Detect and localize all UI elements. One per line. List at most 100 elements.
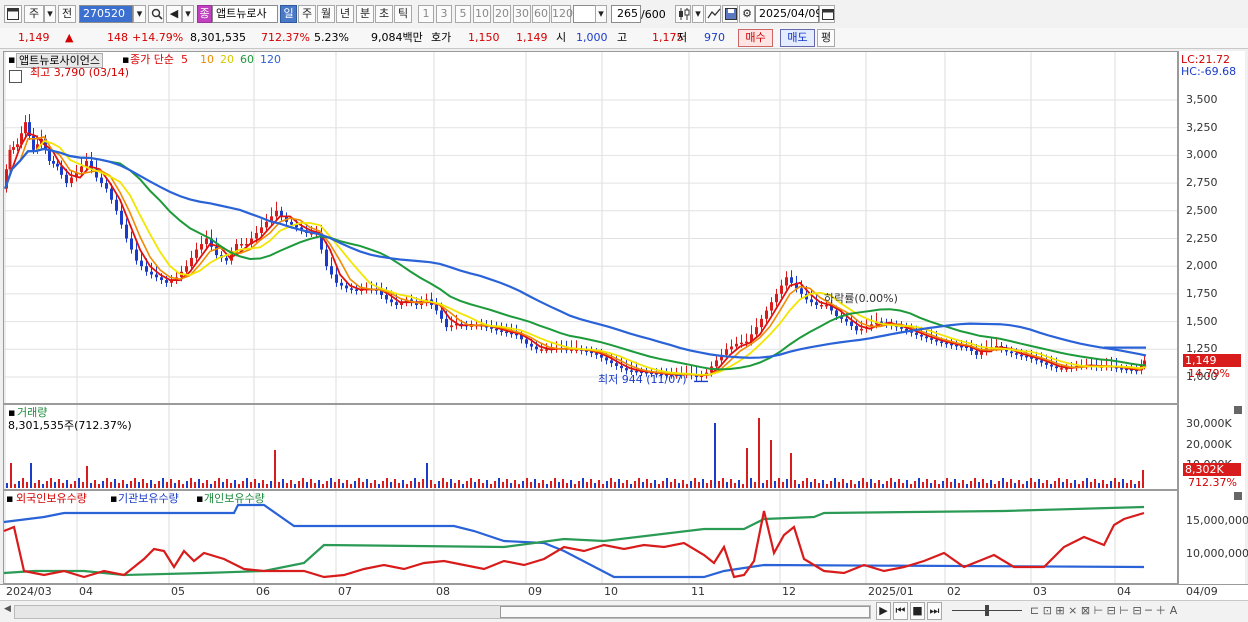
x-label-02: 02 (947, 585, 961, 598)
code-dropdown-icon[interactable]: ▾ (133, 5, 146, 23)
price-tick: 2,000 (1186, 259, 1218, 273)
holding-marker-icon-3: ▪ (196, 492, 204, 505)
tool-icons[interactable]: ⊏ ⊡ ⊞ ⨯ ⊠ ⊢ ⊟ ⊢ ⊟ ─ ＋ A (1030, 604, 1177, 617)
scrollbar-thumb[interactable] (500, 606, 870, 618)
dropdown-icon[interactable]: ▾ (44, 5, 56, 23)
tick-60[interactable]: 60 (532, 5, 550, 23)
turnover: 5.23% (314, 31, 349, 44)
play-icon[interactable]: ▶ (876, 602, 891, 620)
next-icon[interactable]: ⏭ (927, 602, 942, 620)
first-icon[interactable]: ⏮ (893, 602, 908, 620)
foreign-holding-label: 외국인보유수량 (16, 492, 87, 505)
tick-30[interactable]: 30 (513, 5, 531, 23)
zoom-slider-handle[interactable] (985, 605, 989, 616)
max-note: 최고 3,790 (03/14) (30, 66, 130, 79)
price-tick: 3,000 (1186, 148, 1218, 162)
ma60-label: 60 (240, 53, 254, 66)
speaker-dropdown-icon[interactable]: ▾ (182, 5, 194, 23)
x-label-04: 04 (79, 585, 93, 598)
up-arrow-icon: ▲ (65, 31, 74, 44)
price-tick: 2,250 (1186, 231, 1218, 245)
code-input[interactable]: 270520 (79, 5, 133, 23)
tick-3[interactable]: 3 (436, 5, 452, 23)
period-day[interactable]: 일 (280, 5, 297, 23)
stock-name-field[interactable]: 앱트뉴로사 (212, 5, 278, 23)
legend-marker-icon: ▪ (8, 53, 16, 66)
tick-1[interactable]: 1 (418, 5, 434, 23)
tick-120[interactable]: 120 (551, 5, 573, 23)
amount: 9,084백만 (371, 31, 423, 44)
buy-button[interactable]: 매수 (738, 29, 773, 47)
gear-icon[interactable]: ⚙ (739, 5, 755, 23)
holding-chart[interactable] (3, 491, 1177, 583)
holding-marker-icon-2: ▪ (110, 492, 118, 505)
count-input[interactable]: 265 (611, 5, 641, 23)
period-year[interactable]: 년 (336, 5, 354, 23)
tick-dropdown-icon[interactable]: ▾ (595, 5, 607, 23)
volume-chart[interactable] (4, 405, 1177, 489)
x-label-2024-03: 2024/03 (6, 585, 52, 598)
calc-icon[interactable] (9, 70, 22, 83)
x-label-10: 10 (604, 585, 618, 598)
calendar-icon[interactable] (819, 5, 835, 23)
tick-10[interactable]: 10 (473, 5, 491, 23)
tick-20[interactable]: 20 (493, 5, 511, 23)
current-price: 1,149 (18, 31, 50, 44)
search-icon[interactable] (148, 5, 164, 23)
holding-close-icon[interactable] (1234, 492, 1242, 500)
period-second[interactable]: 초 (375, 5, 393, 23)
low-label: 저 (677, 31, 688, 44)
low-price: 970 (704, 31, 725, 44)
x-label-03: 03 (1033, 585, 1047, 598)
period-week[interactable]: 주 (298, 5, 316, 23)
market-button[interactable]: 주 (24, 5, 44, 23)
stop-icon[interactable]: ■ (910, 602, 925, 620)
hold-tick-15m: 15,000,000 (1186, 514, 1248, 527)
volume-pct: 712.37% (261, 31, 310, 44)
prev-button[interactable]: 전 (58, 5, 76, 23)
price-change: 148 (107, 31, 128, 44)
inst-holding-label: 기관보유수량 (118, 492, 179, 505)
x-label-08: 08 (436, 585, 450, 598)
volume-close-icon[interactable] (1234, 406, 1242, 414)
line-icon[interactable] (705, 5, 721, 23)
x-label-2025-01: 2025/01 (868, 585, 914, 598)
pct-tag: 14.79% (1188, 367, 1230, 380)
bottom-bar: ◀ ▶ ⏮ ■ ⏭ ⊏ ⊡ ⊞ ⨯ ⊠ ⊢ ⊟ ⊢ ⊟ ─ ＋ A (0, 600, 1248, 622)
indiv-holding-label: 개인보유수량 (204, 492, 265, 505)
price-tick: 2,750 (1186, 176, 1218, 190)
open-price: 1,000 (576, 31, 608, 44)
hc-label: HC:-69.68 (1181, 65, 1237, 78)
scroll-left-icon[interactable]: ◀ (4, 604, 12, 616)
sell-button[interactable]: 매도 (780, 29, 815, 47)
legend-marker-icon-2: ▪ (122, 53, 130, 66)
hoga-ask: 1,150 (468, 31, 500, 44)
save-icon[interactable] (722, 5, 738, 23)
open-label: 시 (556, 31, 567, 44)
quote-bar: 1,149 ▲ 148 +14.79% 8,301,535 712.37% 5.… (0, 28, 1248, 49)
holding-marker-icon: ▪ (6, 492, 14, 505)
x-label-09: 09 (528, 585, 542, 598)
candle-dropdown-icon[interactable]: ▾ (692, 5, 704, 23)
window-icon[interactable] (4, 5, 22, 23)
price-chart[interactable] (3, 52, 1177, 403)
period-month[interactable]: 월 (317, 5, 335, 23)
volume-tag-pct: 712.37% (1188, 476, 1237, 489)
price-tick: 1,500 (1186, 314, 1218, 328)
x-label-06: 06 (256, 585, 270, 598)
count-total: /600 (641, 8, 666, 21)
date-input[interactable]: 2025/04/09 (755, 5, 822, 23)
period-minute[interactable]: 분 (356, 5, 374, 23)
volume: 8,301,535 (190, 31, 246, 44)
tick-5[interactable]: 5 (455, 5, 471, 23)
high-label: 고 (617, 31, 628, 44)
holding-axis (1178, 490, 1245, 584)
candle-icon[interactable] (675, 5, 691, 23)
x-label-04b: 04 (1117, 585, 1131, 598)
period-tick[interactable]: 틱 (394, 5, 412, 23)
speaker-icon[interactable]: ◀ (166, 5, 182, 23)
eval-button[interactable]: 평 (817, 29, 835, 47)
hold-tick-10m: 10,000,000 (1186, 547, 1248, 560)
name-prefix: 종 (197, 5, 212, 23)
x-label-11: 11 (691, 585, 705, 598)
